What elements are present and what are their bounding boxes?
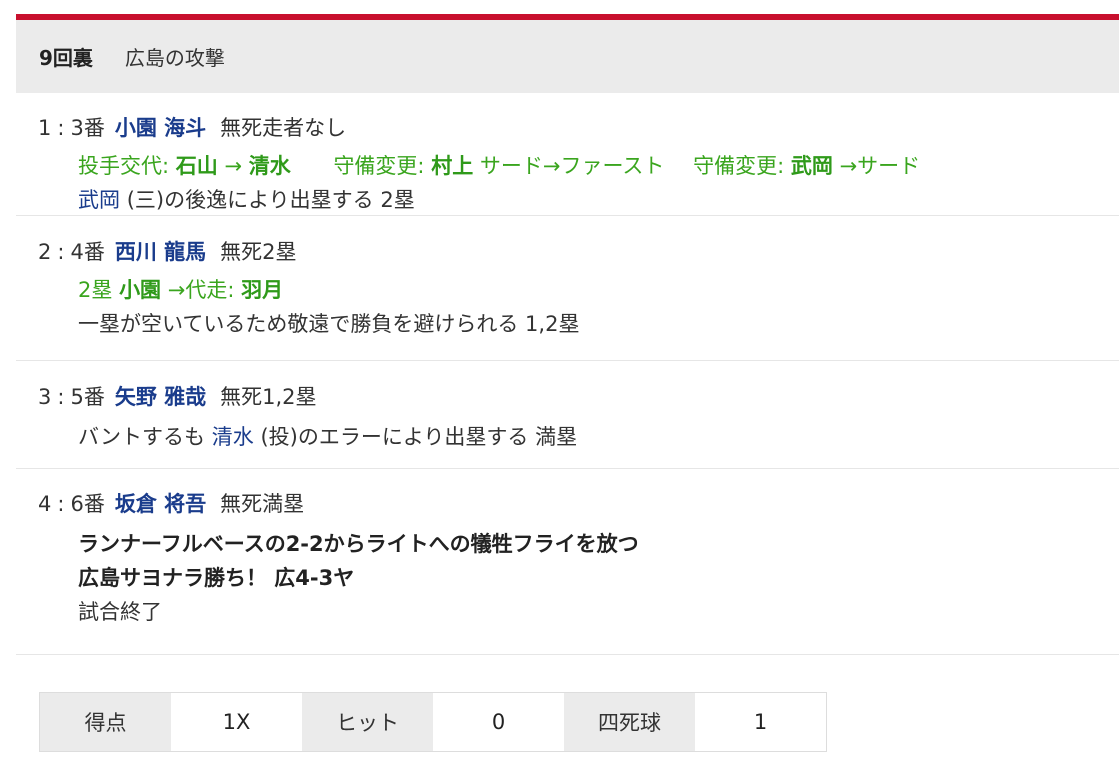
play-header: 4 : 6番 坂倉 将吾 無死満塁	[38, 489, 1119, 519]
substitution-line: 投手交代: 石山 → 清水 守備変更: 村上 サード→ファースト 守備変更: 武…	[78, 154, 921, 178]
situation: 無死2塁	[220, 240, 297, 264]
play-result: 試合終了	[78, 600, 162, 624]
play-item: 3 : 5番 矢野 雅哉 無死1,2塁 バントするも 清水 (投)のエラーにより…	[16, 361, 1119, 469]
runs-label: 得点	[40, 693, 171, 751]
play-number: 3	[38, 385, 52, 409]
walks-label: 四死球	[564, 693, 695, 751]
hits-label: ヒット	[302, 693, 433, 751]
play-item: 2 : 4番 西川 龍馬 無死2塁 2塁 小園 →代走: 羽月 一塁が空いている…	[16, 216, 1119, 361]
walks-value: 1	[695, 693, 826, 751]
situation: 無死1,2塁	[220, 385, 317, 409]
batting-order: 5番	[70, 385, 105, 409]
player-link[interactable]: 清水	[212, 425, 254, 449]
situation: 無死満塁	[220, 492, 305, 516]
play-highlight: ランナーフルベースの2-2からライトへの犠牲フライを放つ	[78, 532, 639, 556]
play-result: 一塁が空いているため敬遠で勝負を避けられる 1,2塁	[78, 312, 580, 336]
play-result: 武岡 (三)の後逸により出塁する 2塁	[78, 188, 415, 212]
play-number: 2	[38, 240, 52, 264]
batting-order: 6番	[70, 492, 105, 516]
player-link[interactable]: 武岡	[791, 154, 833, 178]
play-number: 1	[38, 116, 52, 140]
runs-value: 1X	[171, 693, 302, 751]
batting-order: 3番	[70, 116, 105, 140]
inning-number: 9回裏	[39, 46, 93, 70]
player-link[interactable]: 武岡	[78, 188, 120, 212]
player-link[interactable]: 石山	[176, 154, 218, 178]
inning-summary: 得点 1X ヒット 0 四死球 1	[39, 692, 827, 752]
inning-panel: 9回裏 広島の攻撃 1 : 3番 小園 海斗 無死走者なし 投手交代: 石山 →…	[16, 14, 1119, 655]
play-header: 3 : 5番 矢野 雅哉 無死1,2塁	[38, 382, 1119, 412]
batting-order: 4番	[70, 240, 105, 264]
play-item: 4 : 6番 坂倉 将吾 無死満塁 ランナーフルベースの2-2からライトへの犠牲…	[16, 469, 1119, 655]
play-header: 1 : 3番 小園 海斗 無死走者なし	[38, 113, 1119, 143]
play-item: 1 : 3番 小園 海斗 無死走者なし 投手交代: 石山 → 清水 守備変更: …	[16, 93, 1119, 216]
inning-header: 9回裏 広島の攻撃	[16, 20, 1119, 93]
player-link[interactable]: 清水	[249, 154, 291, 178]
player-link[interactable]: 羽月	[241, 278, 283, 302]
batter-link[interactable]: 西川 龍馬	[115, 237, 206, 267]
substitution-line: 2塁 小園 →代走: 羽月	[78, 278, 284, 302]
attacking-team: 広島の攻撃	[124, 46, 225, 70]
batter-link[interactable]: 矢野 雅哉	[115, 382, 206, 412]
play-header: 2 : 4番 西川 龍馬 無死2塁	[38, 237, 1119, 267]
player-link[interactable]: 小園	[119, 278, 161, 302]
player-link[interactable]: 村上	[431, 154, 473, 178]
batter-link[interactable]: 小園 海斗	[115, 113, 206, 143]
hits-value: 0	[433, 693, 564, 751]
game-result-highlight: 広島サヨナラ勝ち！ 広4-3ヤ	[78, 566, 355, 590]
play-result: バントするも 清水 (投)のエラーにより出塁する 満塁	[78, 425, 578, 449]
play-number: 4	[38, 492, 52, 516]
situation: 無死走者なし	[220, 116, 347, 140]
batter-link[interactable]: 坂倉 将吾	[115, 489, 206, 519]
